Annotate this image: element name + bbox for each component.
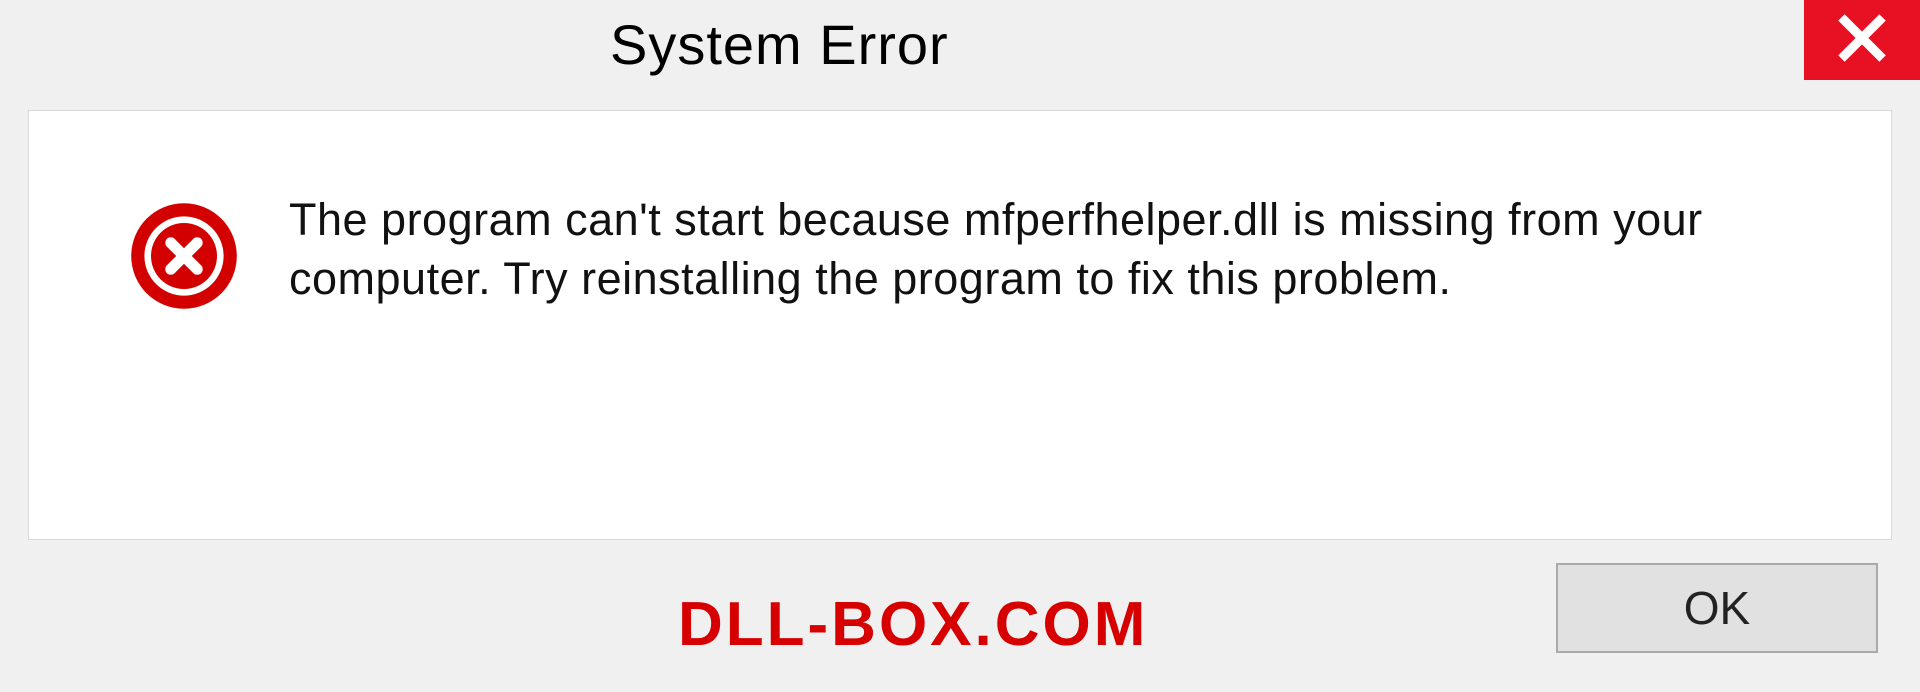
- ok-button[interactable]: OK: [1556, 563, 1878, 653]
- close-icon: [1836, 12, 1888, 69]
- content-panel: The program can't start because mfperfhe…: [28, 110, 1892, 540]
- watermark-text: DLL-BOX.COM: [678, 589, 1148, 660]
- ok-button-label: OK: [1684, 581, 1750, 635]
- dialog-footer: DLL-BOX.COM OK: [0, 542, 1920, 692]
- error-icon: [129, 201, 239, 311]
- error-message: The program can't start because mfperfhe…: [289, 191, 1831, 308]
- titlebar: System Error: [0, 0, 1920, 100]
- dialog-title: System Error: [610, 12, 949, 77]
- close-button[interactable]: [1804, 0, 1920, 80]
- error-dialog: System Error The program can't start bec…: [0, 0, 1920, 692]
